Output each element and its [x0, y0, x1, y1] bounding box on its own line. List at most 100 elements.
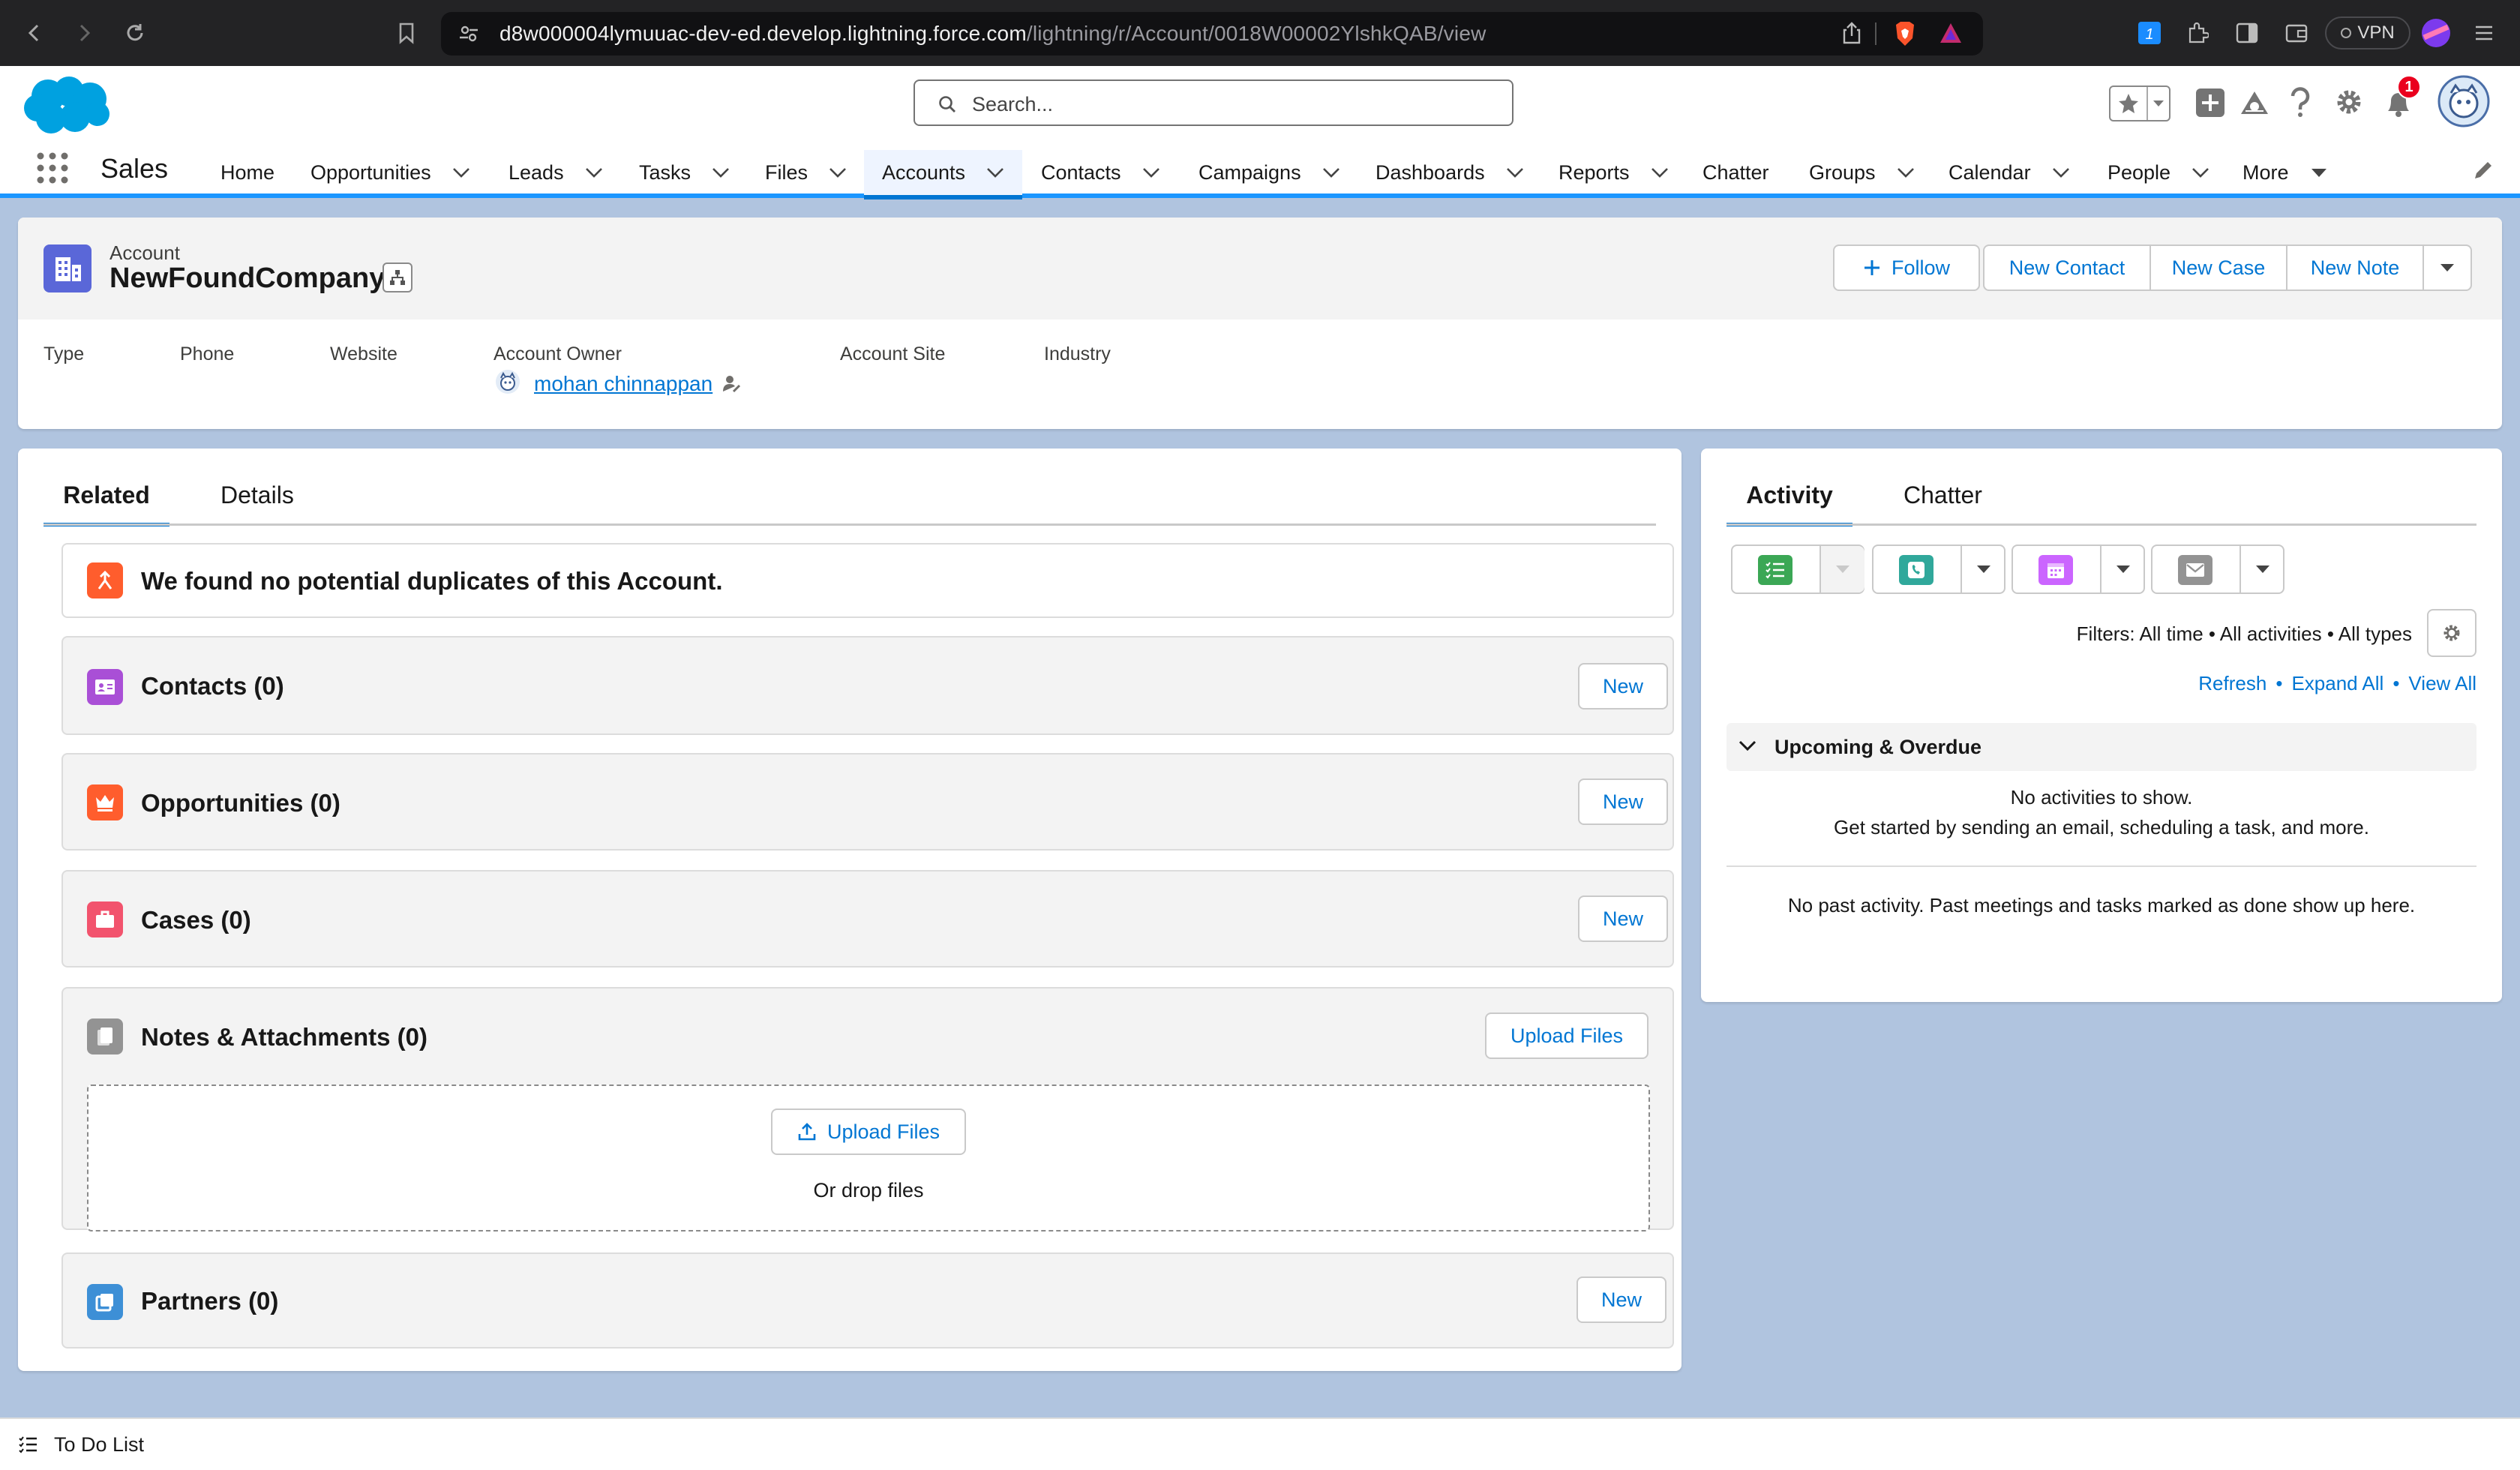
- contacts-new-button[interactable]: New: [1578, 663, 1668, 710]
- email-icon[interactable]: [2178, 555, 2212, 585]
- back-icon[interactable]: [18, 16, 51, 50]
- share-icon[interactable]: [1840, 21, 1863, 45]
- nav-contacts[interactable]: Contacts: [1041, 150, 1160, 195]
- wallet-icon[interactable]: [2280, 16, 2313, 50]
- nav-opportunities[interactable]: Opportunities: [310, 150, 470, 195]
- log-call-button-group[interactable]: [1872, 544, 2006, 594]
- gear-icon: [2442, 623, 2462, 643]
- refresh-link[interactable]: Refresh: [2198, 672, 2266, 695]
- nav-label: Tasks: [639, 160, 692, 184]
- filter-settings-button[interactable]: [2427, 609, 2476, 657]
- email-dropdown-icon[interactable]: [2240, 546, 2284, 592]
- reload-icon[interactable]: [118, 16, 152, 50]
- notes-title[interactable]: Notes & Attachments (0): [141, 1023, 428, 1052]
- new-event-button-group[interactable]: [2012, 544, 2145, 594]
- log-call-icon[interactable]: [1899, 555, 1934, 585]
- nav-leads[interactable]: Leads: [508, 150, 603, 195]
- new-task-icon[interactable]: [1758, 555, 1792, 585]
- nav-tasks[interactable]: Tasks: [639, 150, 730, 195]
- todo-list-button[interactable]: To Do List: [18, 1430, 144, 1460]
- partners-title[interactable]: Partners (0): [141, 1287, 278, 1316]
- call-dropdown-icon[interactable]: [1960, 546, 2006, 592]
- user-avatar[interactable]: [2438, 75, 2490, 128]
- nav-chatter[interactable]: Chatter: [1702, 150, 1769, 195]
- new-case-button[interactable]: New Case: [2150, 244, 2288, 291]
- forward-icon[interactable]: [68, 16, 100, 50]
- chevron-down-icon[interactable]: [2052, 167, 2070, 178]
- nav-campaigns[interactable]: Campaigns: [1198, 150, 1340, 195]
- opportunities-new-button[interactable]: New: [1578, 778, 1668, 825]
- password-manager-icon[interactable]: 1: [2133, 16, 2166, 50]
- app-launcher-icon[interactable]: [36, 152, 69, 184]
- nav-reports[interactable]: Reports: [1558, 150, 1669, 195]
- follow-button[interactable]: Follow: [1833, 244, 1980, 291]
- chevron-down-icon[interactable]: [986, 167, 1004, 178]
- cases-title[interactable]: Cases (0): [141, 906, 251, 934]
- site-settings-icon[interactable]: [458, 22, 480, 45]
- file-drop-zone[interactable]: Upload Files Or drop files: [87, 1084, 1650, 1232]
- opportunities-title[interactable]: Opportunities (0): [141, 789, 340, 818]
- chevron-down-icon[interactable]: [1897, 167, 1915, 178]
- new-contact-label: New Contact: [2008, 256, 2126, 279]
- bookmark-icon[interactable]: [390, 16, 423, 50]
- upcoming-overdue-section[interactable]: Upcoming & Overdue: [1726, 723, 2476, 771]
- change-owner-icon[interactable]: [722, 374, 741, 393]
- favorites-button[interactable]: [2109, 86, 2170, 122]
- extensions-icon[interactable]: [2181, 16, 2214, 50]
- chevron-down-icon[interactable]: [829, 167, 847, 178]
- new-event-calendar-icon[interactable]: [2038, 555, 2073, 585]
- new-label: New: [1602, 790, 1643, 813]
- nav-more[interactable]: More: [2242, 150, 2328, 195]
- new-note-button[interactable]: New Note: [2286, 244, 2424, 291]
- profile-avatar[interactable]: [2420, 16, 2452, 50]
- dropzone-upload-files-button[interactable]: Upload Files: [771, 1108, 966, 1155]
- chevron-down-icon[interactable]: [2192, 167, 2210, 178]
- new-contact-button[interactable]: New Contact: [1983, 244, 2151, 291]
- tab-chatter[interactable]: Chatter: [1904, 482, 1982, 526]
- nav-dashboards[interactable]: Dashboards: [1376, 150, 1524, 195]
- notes-upload-files-button[interactable]: Upload Files: [1485, 1012, 1648, 1059]
- send-email-button-group[interactable]: [2151, 544, 2284, 594]
- brave-shields-icon[interactable]: [1893, 20, 1917, 47]
- tab-related[interactable]: Related: [44, 482, 170, 526]
- partners-new-button[interactable]: New: [1576, 1276, 1666, 1323]
- chevron-down-icon[interactable]: [1322, 167, 1340, 178]
- chevron-down-icon[interactable]: [585, 167, 603, 178]
- chevron-down-icon[interactable]: [1142, 167, 1160, 178]
- view-all-link[interactable]: View All: [2408, 672, 2476, 695]
- nav-files[interactable]: Files: [765, 150, 847, 195]
- vpn-button[interactable]: VPN: [2325, 16, 2410, 50]
- menu-icon[interactable]: [2468, 16, 2500, 50]
- expand-all-link[interactable]: Expand All: [2291, 672, 2384, 695]
- contacts-title[interactable]: Contacts (0): [141, 672, 284, 700]
- chevron-down-icon[interactable]: [712, 167, 730, 178]
- cases-new-button[interactable]: New: [1578, 896, 1668, 942]
- global-search-input[interactable]: Search...: [914, 80, 1514, 126]
- nav-calendar[interactable]: Calendar: [1948, 150, 2070, 195]
- help-icon[interactable]: [2289, 87, 2312, 117]
- more-actions-button[interactable]: [2422, 244, 2472, 291]
- address-bar[interactable]: d8w000004lymuuac-dev-ed.develop.lightnin…: [441, 12, 1983, 56]
- nav-groups[interactable]: Groups: [1809, 150, 1915, 195]
- nav-home[interactable]: Home: [220, 150, 274, 195]
- nav-accounts[interactable]: Accounts: [864, 150, 1023, 200]
- salesforce-logo[interactable]: [22, 75, 111, 136]
- owner-name-link[interactable]: mohan chinnappan: [534, 372, 712, 396]
- setup-gear-icon[interactable]: [2334, 87, 2364, 117]
- chevron-down-icon[interactable]: [1506, 167, 1524, 178]
- sidebar-icon[interactable]: [2230, 16, 2264, 50]
- caret-down-icon[interactable]: [2310, 167, 2328, 178]
- trailhead-icon[interactable]: [2240, 88, 2270, 117]
- event-dropdown-icon[interactable]: [2100, 546, 2145, 592]
- brave-rewards-icon[interactable]: [1938, 21, 1964, 45]
- new-task-button-group[interactable]: [1731, 544, 1864, 594]
- favorites-dropdown-icon[interactable]: [2146, 87, 2169, 120]
- tab-details[interactable]: Details: [220, 482, 294, 526]
- chevron-down-icon[interactable]: [452, 167, 470, 178]
- chevron-down-icon[interactable]: [1651, 167, 1669, 178]
- edit-nav-pencil-icon[interactable]: [2472, 159, 2494, 182]
- nav-people[interactable]: People: [2108, 150, 2210, 195]
- tab-activity[interactable]: Activity: [1726, 482, 1852, 526]
- global-actions-icon[interactable]: [2194, 87, 2226, 118]
- hierarchy-button[interactable]: [382, 262, 412, 292]
